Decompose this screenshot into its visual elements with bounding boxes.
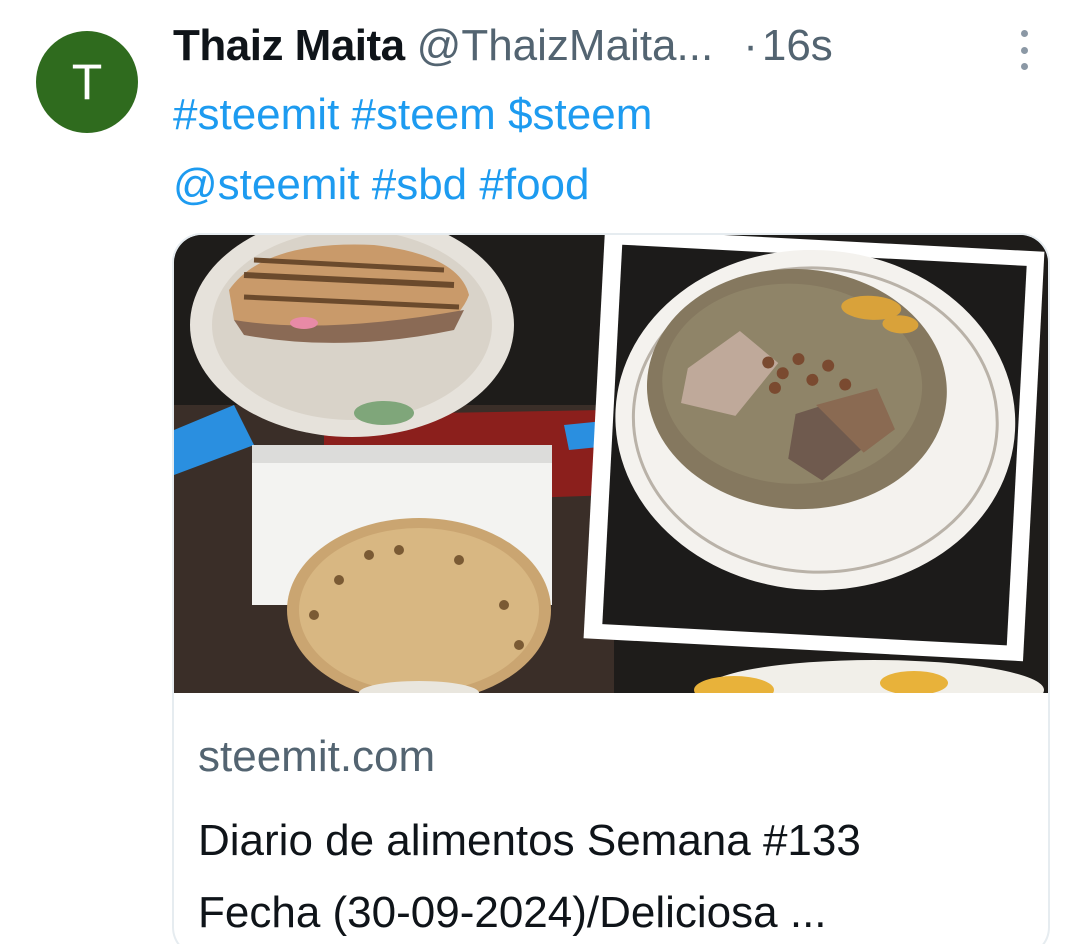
link-card-title[interactable]: Diario de alimentos Semana #133 Fecha (3… <box>198 805 1028 944</box>
more-dot <box>1020 30 1028 37</box>
tweet-text-line-1: #steemit #steem $steem <box>173 80 1013 150</box>
timestamp[interactable]: 16s <box>762 21 833 71</box>
tweet[interactable]: T Thaiz Maita @ThaizMaita... · 16s #stee… <box>0 0 1080 944</box>
tweet-header: Thaiz Maita @ThaizMaita... · 16s <box>173 18 833 74</box>
avatar[interactable]: T <box>36 31 138 133</box>
hashtag-steemit[interactable]: #steemit <box>173 90 339 139</box>
more-vertical-icon[interactable] <box>1012 30 1036 70</box>
display-name[interactable]: Thaiz Maita <box>173 21 405 71</box>
more-dot <box>1020 63 1028 70</box>
tweet-text: #steemit #steem $steem @steemit #sbd #fo… <box>173 80 1013 220</box>
link-card-image[interactable] <box>174 235 1048 693</box>
cashtag-steem[interactable]: $steem <box>508 90 652 139</box>
more-dot <box>1020 46 1028 54</box>
link-card[interactable]: steemit.com Diario de alimentos Semana #… <box>172 233 1050 944</box>
tweet-text-line-2: @steemit #sbd #food <box>173 150 1013 220</box>
mention-steemit[interactable]: @steemit <box>173 160 359 209</box>
hashtag-steem[interactable]: #steem <box>352 90 496 139</box>
hashtag-food[interactable]: #food <box>479 160 589 209</box>
food-collage-image <box>174 235 1048 693</box>
link-card-domain[interactable]: steemit.com <box>198 732 435 782</box>
separator-dot: · <box>743 21 758 70</box>
avatar-letter: T <box>71 54 103 110</box>
hashtag-sbd[interactable]: #sbd <box>372 160 467 209</box>
user-handle[interactable]: @ThaizMaita... <box>417 21 714 71</box>
link-card-title-line-2: Fecha (30-09-2024)/Deliciosa ... <box>198 888 827 937</box>
link-card-title-line-1: Diario de alimentos Semana #133 <box>198 816 861 865</box>
